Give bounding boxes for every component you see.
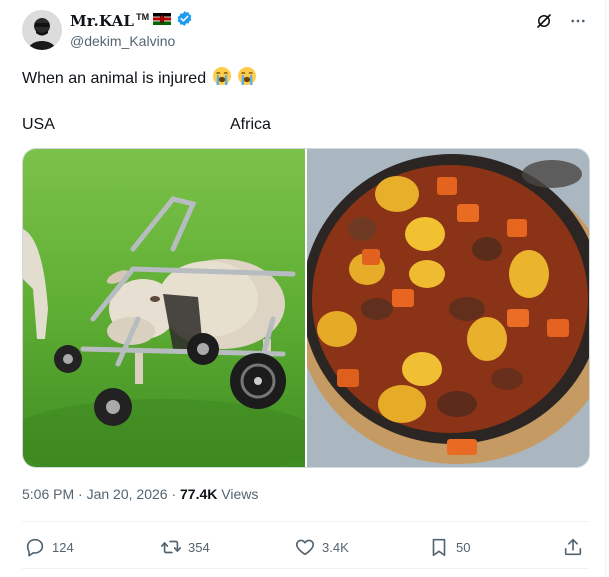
views-label: Views [221,486,259,502]
right-caption: Africa [230,116,271,133]
author-names: Mr.KAL TM @dekim_Kalvino [70,11,193,49]
loudly-crying-face-icon [212,66,232,92]
trademark-mark: TM [136,12,150,22]
repost-button[interactable]: 354 [160,536,210,558]
verified-badge-icon [176,10,193,32]
tweet-meta: 5:06 PM · Jan 20, 2026 · 77.4K Views [22,486,258,502]
beef-stew-photo[interactable] [307,149,589,467]
loudly-crying-face-icon [237,66,257,92]
like-count: 3.4K [322,539,349,555]
action-bar: 124 354 3.4K 50 [22,532,588,560]
more-options-icon[interactable] [569,12,587,30]
grok-icon[interactable] [535,12,553,30]
author-handle[interactable]: @dekim_Kalvino [70,33,193,49]
media-grid [22,148,590,468]
repost-icon [161,540,181,554]
reply-button[interactable]: 124 [24,536,74,558]
display-name[interactable]: Mr.KAL [70,12,134,30]
tweet-time[interactable]: 5:06 PM [22,486,74,502]
divider-top [22,521,588,522]
meta-separator: · [171,486,177,502]
tweet-date[interactable]: Jan 20, 2026 [87,486,168,502]
bookmark-icon [432,538,446,557]
kenya-flag-icon [153,12,172,30]
heart-icon [295,539,315,556]
header-actions [535,12,587,30]
sheep-in-wheelchair-photo[interactable] [23,149,305,467]
avatar[interactable] [22,10,62,50]
meta-separator: · [78,486,83,502]
tweet-text-content: When an animal is injured [22,70,207,87]
bookmark-count: 50 [456,539,471,555]
share-icon [564,538,582,556]
like-button[interactable]: 3.4K [294,536,349,558]
views-count: 77.4K [180,486,218,502]
repost-count: 354 [188,539,210,555]
divider-bottom [22,568,588,569]
reply-icon [26,538,44,557]
bookmark-button[interactable]: 50 [428,536,470,558]
tweet-text: When an animal is injured [22,66,257,92]
tweet-card: Mr.KAL TM @dekim_Kalvino When an animal … [0,0,606,577]
reply-count: 124 [52,539,74,555]
left-caption: USA [22,116,55,133]
tweet-header: Mr.KAL TM @dekim_Kalvino [22,10,597,52]
share-button[interactable] [562,536,584,558]
